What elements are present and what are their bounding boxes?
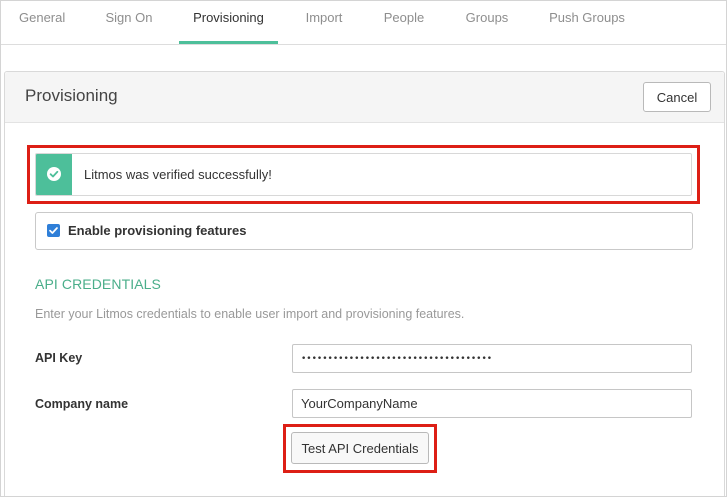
- tab-push-groups[interactable]: Push Groups: [549, 1, 625, 41]
- success-indicator: [36, 154, 72, 195]
- tab-provisioning[interactable]: Provisioning: [179, 1, 278, 44]
- success-text: Litmos was verified successfully!: [84, 167, 272, 182]
- api-key-label: API Key: [35, 351, 83, 365]
- tab-sign-on[interactable]: Sign On: [105, 1, 153, 41]
- tab-import[interactable]: Import: [305, 1, 343, 41]
- api-key-input[interactable]: [292, 344, 692, 373]
- tab-general[interactable]: General: [19, 1, 65, 41]
- enable-provisioning-row: Enable provisioning features: [35, 212, 693, 250]
- company-name-label: Company name: [35, 397, 129, 411]
- page-title: Provisioning: [25, 86, 118, 105]
- app-frame: General Sign On Provisioning Import Peop…: [0, 0, 727, 497]
- enable-provisioning-label[interactable]: Enable provisioning features: [68, 223, 246, 238]
- tab-groups[interactable]: Groups: [465, 1, 509, 41]
- tab-bar: General Sign On Provisioning Import Peop…: [1, 1, 726, 45]
- cancel-button[interactable]: Cancel: [643, 82, 711, 112]
- tab-people[interactable]: People: [383, 1, 425, 41]
- success-message: Litmos was verified successfully!: [35, 153, 692, 196]
- test-api-credentials-button[interactable]: Test API Credentials: [291, 432, 429, 464]
- api-credentials-heading: API CREDENTIALS: [35, 276, 161, 292]
- check-circle-icon: [47, 167, 61, 181]
- api-credentials-description: Enter your Litmos credentials to enable …: [35, 307, 465, 321]
- company-name-input[interactable]: [292, 389, 692, 418]
- checkmark-icon: [49, 227, 58, 234]
- panel-header: Provisioning Cancel: [5, 72, 724, 123]
- enable-provisioning-checkbox[interactable]: [47, 224, 60, 237]
